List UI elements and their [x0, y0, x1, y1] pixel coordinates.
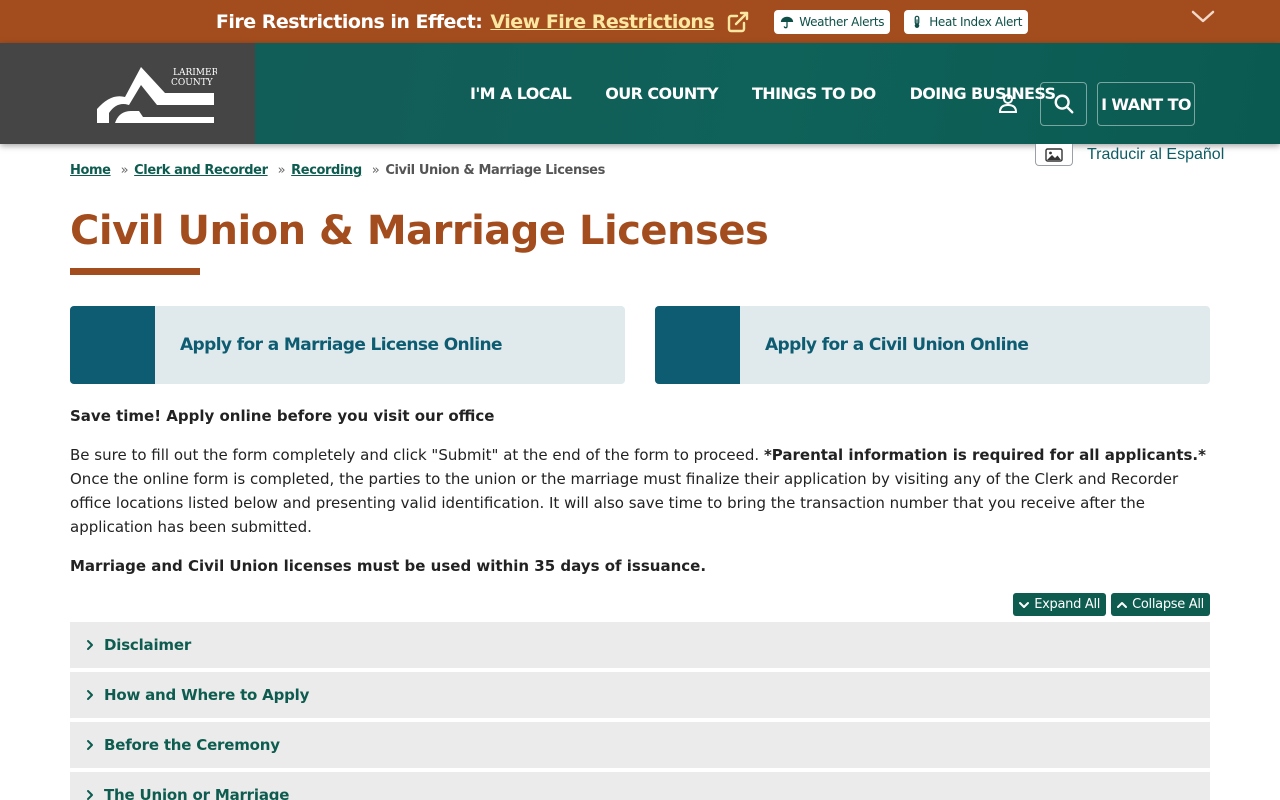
- external-link-icon[interactable]: [726, 10, 750, 34]
- chevron-right-icon: [87, 790, 93, 800]
- chevron-down-icon: [1019, 601, 1030, 608]
- nav-doing-business[interactable]: DOING BUSINESS: [910, 84, 1056, 103]
- image-icon: [1045, 147, 1063, 162]
- apply-civil-union-card[interactable]: Apply for a Civil Union Online: [655, 306, 1210, 384]
- logo-text-county: COUNTY: [171, 78, 214, 88]
- logo-text-larimer: LARIMER: [173, 68, 217, 78]
- umbrella-icon: [781, 16, 794, 28]
- accordion-item-union-or-marriage[interactable]: The Union or Marriage: [70, 772, 1210, 800]
- nav-our-county[interactable]: OUR COUNTY: [605, 84, 718, 103]
- breadcrumb-separator: »: [371, 163, 380, 178]
- translate-link[interactable]: Traducir al Español: [1087, 146, 1224, 164]
- expand-all-label: Expand All: [1034, 597, 1101, 612]
- collapse-all-button[interactable]: Collapse All: [1111, 593, 1210, 616]
- logo-link[interactable]: LARIMER COUNTY: [0, 43, 255, 144]
- alert-bar: Fire Restrictions in Effect: View Fire R…: [0, 0, 1280, 43]
- accordion-label: Disclaimer: [104, 636, 192, 654]
- weather-alerts-button[interactable]: Weather Alerts: [774, 9, 891, 34]
- search-icon: [1054, 94, 1073, 114]
- nav-things-to-do[interactable]: THINGS TO DO: [752, 84, 876, 103]
- heat-index-alert-label: Heat Index Alert: [929, 14, 1023, 29]
- accordion-label: How and Where to Apply: [104, 686, 310, 704]
- breadcrumb-recording[interactable]: Recording: [291, 163, 362, 178]
- translate-widget[interactable]: Traducir al Español: [1035, 144, 1224, 166]
- accordion: Disclaimer How and Where to Apply Before…: [70, 622, 1210, 800]
- apply-marriage-license-card[interactable]: Apply for a Marriage License Online: [70, 306, 625, 384]
- accordion-label: Before the Ceremony: [104, 736, 280, 754]
- chevron-right-icon: [87, 640, 93, 650]
- larimer-county-logo: LARIMER COUNTY: [97, 67, 217, 123]
- card-icon-block: [655, 306, 740, 384]
- accordion-item-before-ceremony[interactable]: Before the Ceremony: [70, 722, 1210, 768]
- page-title: Civil Union & Marriage Licenses: [70, 208, 769, 254]
- nav-im-a-local[interactable]: I'M A LOCAL: [470, 84, 572, 103]
- breadcrumb: Home » Clerk and Recorder » Recording » …: [70, 163, 605, 178]
- user-icon[interactable]: [996, 91, 1020, 115]
- intro-paragraph: Save time! Apply online before you visit…: [70, 407, 495, 425]
- weather-alerts-label: Weather Alerts: [799, 14, 885, 29]
- apply-civil-union-label: Apply for a Civil Union Online: [765, 335, 1029, 355]
- card-icon-block: [70, 306, 155, 384]
- search-button[interactable]: [1040, 82, 1087, 126]
- instructions-paragraph: Be sure to fill out the form completely …: [70, 443, 1210, 539]
- breadcrumb-separator: »: [120, 163, 129, 178]
- chevron-down-icon[interactable]: [1190, 8, 1216, 26]
- accordion-item-disclaimer[interactable]: Disclaimer: [70, 622, 1210, 668]
- chevron-right-icon: [87, 740, 93, 750]
- accordion-label: The Union or Marriage: [104, 786, 290, 800]
- instructions-text-a: Be sure to fill out the form completely …: [70, 446, 764, 464]
- accordion-item-how-and-where[interactable]: How and Where to Apply: [70, 672, 1210, 718]
- breadcrumb-current: Civil Union & Marriage Licenses: [385, 163, 605, 178]
- parental-info-note: *Parental information is required for al…: [763, 446, 1206, 464]
- site-header: LARIMER COUNTY I'M A LOCAL OUR COUNTY TH…: [0, 43, 1280, 144]
- collapse-all-label: Collapse All: [1132, 597, 1204, 612]
- accordion-controls: Expand All Collapse All: [1013, 593, 1210, 616]
- breadcrumb-home[interactable]: Home: [70, 163, 111, 178]
- thermometer-icon: [914, 15, 920, 28]
- translate-toggle[interactable]: [1035, 144, 1073, 166]
- expand-all-button[interactable]: Expand All: [1013, 593, 1107, 616]
- breadcrumb-clerk-and-recorder[interactable]: Clerk and Recorder: [134, 163, 268, 178]
- breadcrumb-separator: »: [277, 163, 286, 178]
- apply-marriage-license-label: Apply for a Marriage License Online: [180, 335, 503, 355]
- instructions-text-c: Once the online form is completed, the p…: [70, 470, 1179, 536]
- title-underline: [70, 268, 200, 275]
- chevron-right-icon: [87, 690, 93, 700]
- heat-index-alert-button[interactable]: Heat Index Alert: [904, 9, 1029, 34]
- i-want-to-button[interactable]: I WANT TO: [1097, 82, 1195, 126]
- main-content: Save time! Apply online before you visit…: [70, 404, 1210, 593]
- view-fire-restrictions-link[interactable]: View Fire Restrictions: [490, 11, 714, 33]
- validity-paragraph: Marriage and Civil Union licenses must b…: [70, 557, 707, 575]
- chevron-up-icon: [1117, 601, 1128, 608]
- alert-prefix: Fire Restrictions in Effect:: [215, 10, 483, 33]
